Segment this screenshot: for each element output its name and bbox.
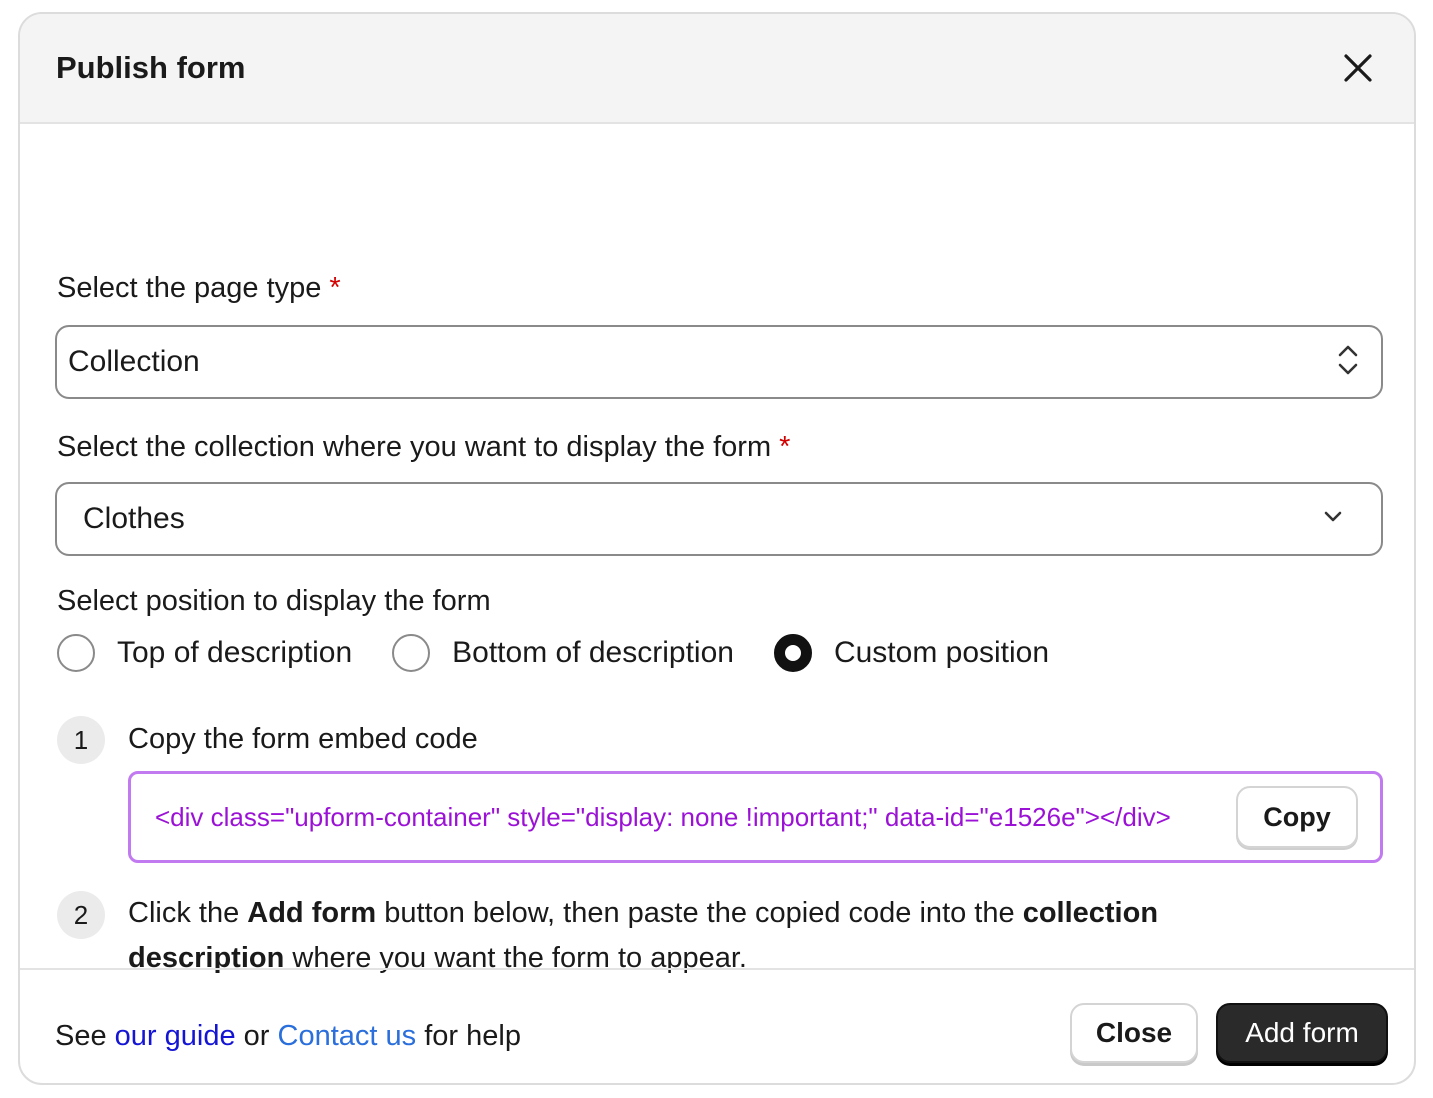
collection-label: Select the collection where you want to …	[57, 431, 791, 463]
step-number: 1	[57, 716, 105, 764]
dialog-title: Publish form	[56, 50, 246, 85]
copy-button[interactable]: Copy	[1236, 786, 1358, 848]
radio-button-selected[interactable]	[773, 634, 812, 672]
radio-button[interactable]	[392, 634, 431, 672]
position-label: Select position to display the form	[57, 585, 491, 617]
close-button[interactable]: Close	[1070, 1003, 1198, 1063]
collection-select[interactable]: Clothes	[55, 482, 1383, 556]
embed-code-box[interactable]: <div class="upform-container" style="dis…	[128, 771, 1383, 863]
radio-label: Top of description	[117, 636, 353, 669]
dialog-header: Publish form	[20, 14, 1414, 124]
publish-form-dialog: Publish form Select the page type * Colle…	[18, 12, 1416, 1085]
page-type-label: Select the page type *	[57, 272, 341, 304]
step-number: 2	[57, 891, 105, 939]
page-type-value: Collection	[68, 345, 200, 378]
step-1-text: Copy the form embed code	[128, 723, 478, 755]
radio-custom-position[interactable]: Custom position	[773, 634, 1050, 672]
collection-value: Clothes	[83, 502, 185, 535]
add-form-button[interactable]: Add form	[1216, 1003, 1388, 1063]
page-type-select[interactable]: Collection	[55, 325, 1383, 399]
position-radio-group: Top of description Bottom of description…	[57, 634, 1049, 672]
radio-label: Custom position	[833, 636, 1050, 669]
close-icon[interactable]	[1338, 48, 1378, 88]
dialog-footer: Close Add form	[20, 968, 1414, 1083]
chevron-up-down-icon	[1337, 343, 1359, 382]
embed-code[interactable]: <div class="upform-container" style="dis…	[155, 802, 1236, 833]
radio-bottom-of-description[interactable]: Bottom of description	[392, 634, 734, 672]
required-mark: *	[779, 431, 791, 463]
required-mark: *	[329, 272, 341, 304]
radio-button[interactable]	[57, 634, 95, 672]
chevron-down-icon	[1323, 510, 1343, 529]
radio-label: Bottom of description	[452, 636, 734, 669]
radio-top-of-description[interactable]: Top of description	[57, 634, 352, 672]
